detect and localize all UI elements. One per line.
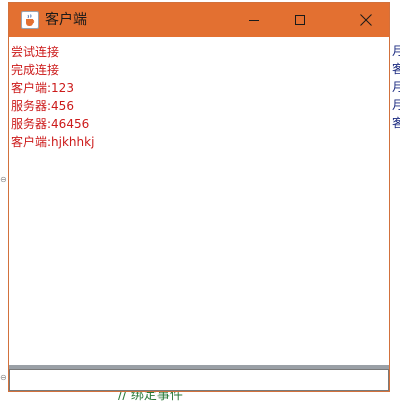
- close-icon: [360, 14, 372, 26]
- chat-log-area[interactable]: 尝试连接 完成连接 客户端:123 服务器:456 服务器:46456 客户端:…: [9, 37, 389, 365]
- client-window: 客户端 尝试连接 完成连接 客户端:123 服务器:456 服务器:46456 …: [8, 2, 390, 392]
- background-fragment: 客: [392, 62, 400, 76]
- log-line: 服务器:46456: [11, 117, 90, 131]
- background-fragment: 客: [392, 116, 400, 130]
- log-line: 客户端:123: [11, 81, 74, 95]
- background-right-fragments: 月 客 月 月 客: [390, 0, 400, 400]
- fold-marker-icon: ⊖: [0, 373, 7, 382]
- background-fragment: 月: [392, 80, 400, 94]
- log-line: 完成连接: [11, 63, 60, 77]
- minimize-icon: [249, 20, 259, 21]
- close-button[interactable]: [343, 3, 389, 37]
- maximize-icon: [295, 15, 305, 25]
- background-fragment: 月: [392, 44, 400, 58]
- message-input-container: [9, 369, 389, 391]
- log-line: 客户端:hjkhhkj: [11, 135, 95, 149]
- message-input[interactable]: [9, 369, 389, 391]
- title-bar[interactable]: 客户端: [9, 3, 389, 37]
- log-line: 服务器:456: [11, 99, 74, 113]
- window-title: 客户端: [45, 12, 87, 28]
- background-fragment: 月: [392, 98, 400, 112]
- maximize-button[interactable]: [277, 3, 323, 37]
- fold-marker-icon: ⊖: [0, 175, 7, 184]
- java-cup-icon: [21, 11, 39, 29]
- log-line: 尝试连接: [11, 45, 60, 59]
- chat-log: 尝试连接 完成连接 客户端:123 服务器:456 服务器:46456 客户端:…: [11, 43, 94, 151]
- minimize-button[interactable]: [231, 3, 277, 37]
